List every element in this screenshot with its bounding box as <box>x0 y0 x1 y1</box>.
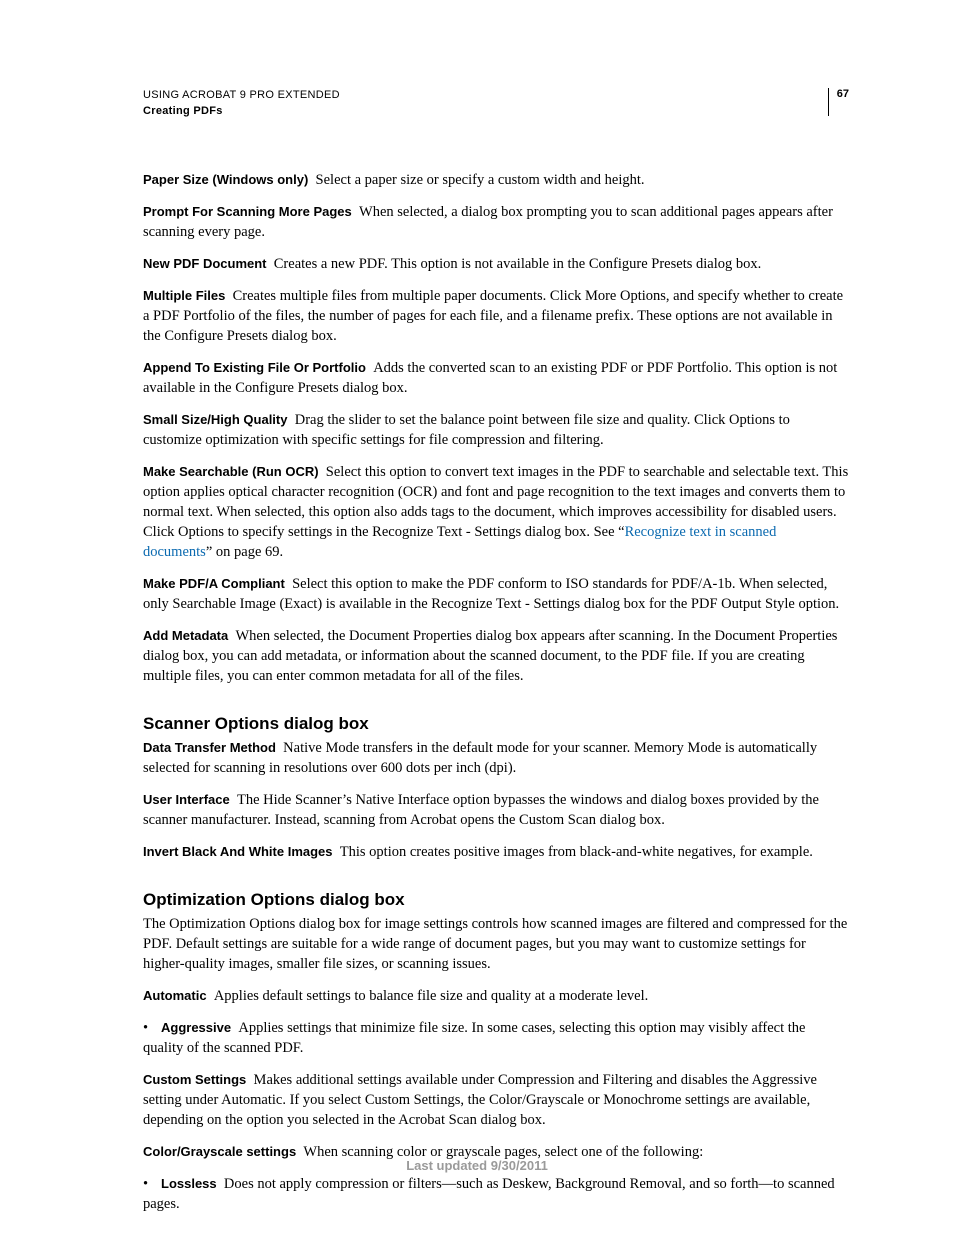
def-desc: Select a paper size or specify a custom … <box>316 172 645 188</box>
def-term: Make PDF/A Compliant <box>143 576 285 591</box>
heading-scanner-options: Scanner Options dialog box <box>143 714 849 734</box>
def-desc: This option creates positive images from… <box>340 844 813 860</box>
def-term: Automatic <box>143 988 207 1003</box>
def-desc: Creates a new PDF. This option is not av… <box>274 256 761 272</box>
def-desc: Applies default settings to balance file… <box>214 988 648 1004</box>
page-content: USING ACROBAT 9 PRO EXTENDED Creating PD… <box>0 0 954 1214</box>
page-number: 67 <box>828 88 849 116</box>
header-line2: Creating PDFs <box>143 104 340 120</box>
def-term: Invert Black And White Images <box>143 844 333 859</box>
def-term: Data Transfer Method <box>143 740 276 755</box>
heading-optimization-options: Optimization Options dialog box <box>143 890 849 910</box>
bullet-term: Aggressive <box>161 1020 231 1035</box>
def-item: Data Transfer Method Native Mode transfe… <box>143 738 849 778</box>
def-item: Multiple Files Creates multiple files fr… <box>143 286 849 346</box>
footer: Last updated 9/30/2011 <box>0 1158 954 1173</box>
def-item: Invert Black And White Images This optio… <box>143 842 849 862</box>
def-desc-post: ” on page 69. <box>206 544 283 560</box>
bullet-desc: Does not apply compression or filters—su… <box>143 1176 835 1212</box>
def-term: Make Searchable (Run OCR) <box>143 464 319 479</box>
bullet-dot: • <box>143 1018 161 1038</box>
def-term: User Interface <box>143 792 230 807</box>
def-item: Custom Settings Makes additional setting… <box>143 1070 849 1130</box>
def-desc: When selected, the Document Properties d… <box>143 628 837 684</box>
header-line1: USING ACROBAT 9 PRO EXTENDED <box>143 88 340 104</box>
bullet-desc: Applies settings that minimize file size… <box>143 1020 805 1056</box>
def-item: New PDF Document Creates a new PDF. This… <box>143 254 849 274</box>
def-term: Small Size/High Quality <box>143 412 287 427</box>
def-item: Add Metadata When selected, the Document… <box>143 626 849 686</box>
def-item: Prompt For Scanning More Pages When sele… <box>143 202 849 242</box>
def-item: Automatic Applies default settings to ba… <box>143 986 849 1006</box>
def-term: Multiple Files <box>143 288 225 303</box>
def-desc: Creates multiple files from multiple pap… <box>143 288 843 344</box>
header-text: USING ACROBAT 9 PRO EXTENDED Creating PD… <box>143 88 340 120</box>
def-term: Custom Settings <box>143 1072 246 1087</box>
def-term: Paper Size (Windows only) <box>143 172 308 187</box>
def-item: User Interface The Hide Scanner’s Native… <box>143 790 849 830</box>
bullet-dot: • <box>143 1174 161 1194</box>
def-term: Add Metadata <box>143 628 228 643</box>
def-item: Paper Size (Windows only) Select a paper… <box>143 170 849 190</box>
def-item: Small Size/High Quality Drag the slider … <box>143 410 849 450</box>
def-term: Append To Existing File Or Portfolio <box>143 360 366 375</box>
bullet-item: •Lossless Does not apply compression or … <box>143 1174 849 1214</box>
page-header: USING ACROBAT 9 PRO EXTENDED Creating PD… <box>143 88 849 120</box>
def-item: Make PDF/A Compliant Select this option … <box>143 574 849 614</box>
def-term: Prompt For Scanning More Pages <box>143 204 352 219</box>
def-term: Color/Grayscale settings <box>143 1144 296 1159</box>
bullet-term: Lossless <box>161 1176 217 1191</box>
def-item-make-searchable: Make Searchable (Run OCR) Select this op… <box>143 462 849 562</box>
intro-para: The Optimization Options dialog box for … <box>143 914 849 974</box>
def-desc: The Hide Scanner’s Native Interface opti… <box>143 792 819 828</box>
def-item: Append To Existing File Or Portfolio Add… <box>143 358 849 398</box>
bullet-item: •Aggressive Applies settings that minimi… <box>143 1018 849 1058</box>
def-term: New PDF Document <box>143 256 267 271</box>
